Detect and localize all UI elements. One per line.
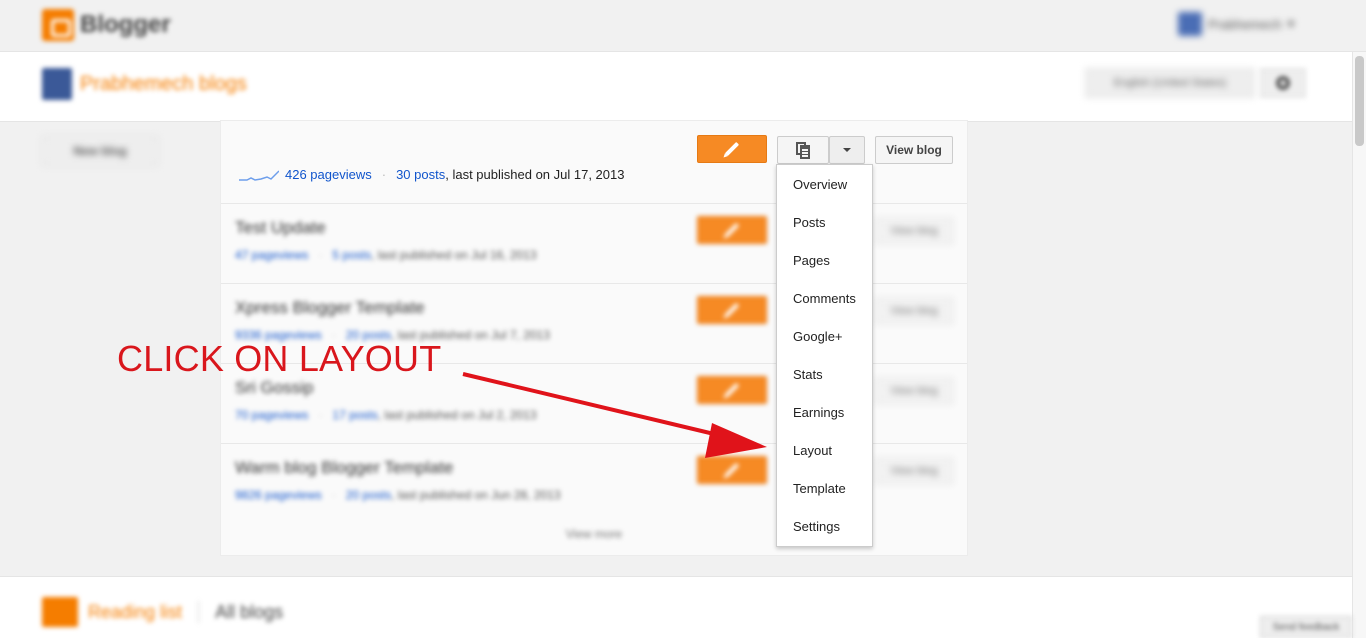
reading-list-filter[interactable]: All blogs — [215, 602, 283, 623]
blog-stats: 426 pageviews · 30 posts , last publishe… — [239, 167, 624, 182]
menu-item-layout[interactable]: Layout — [777, 432, 872, 470]
top-bar: Blogger Prabhemech ▾ — [0, 0, 1366, 52]
pageviews-sparkline — [239, 169, 279, 181]
new-post-button[interactable] — [697, 296, 767, 324]
posts-link[interactable]: 20 posts — [346, 488, 391, 502]
pageviews-link[interactable]: 426 pageviews — [285, 167, 372, 182]
pencil-icon — [724, 141, 740, 157]
reading-list-icon — [42, 597, 78, 627]
new-post-button[interactable] — [697, 216, 767, 244]
new-blog-button[interactable]: New blog — [42, 136, 158, 166]
separator: · — [318, 408, 323, 422]
profile-header: Prabhemech blogs English (United States) — [0, 52, 1366, 122]
menu-item-earnings[interactable]: Earnings — [777, 394, 872, 432]
annotation-text: CLICK ON LAYOUT — [117, 338, 442, 379]
pageviews-link[interactable]: 47 pageviews — [235, 248, 308, 262]
view-blog-button[interactable]: View blog — [875, 458, 953, 484]
blogger-logo[interactable]: Blogger — [42, 9, 171, 41]
menu-item-overview[interactable]: Overview — [777, 166, 872, 204]
document-copy-icon — [796, 141, 810, 159]
pencil-icon — [724, 382, 740, 398]
blog-title[interactable]: Sri Gossip — [235, 378, 313, 398]
chevron-down-icon: ▾ — [1287, 16, 1295, 31]
view-blog-button[interactable]: View blog — [875, 298, 953, 324]
profile-name: Prabhemech blogs — [80, 72, 247, 95]
menu-item-google-plus[interactable]: Google+ — [777, 318, 872, 356]
separator: · — [318, 248, 323, 262]
posts-link[interactable]: 5 posts — [332, 248, 371, 262]
pencil-icon — [724, 462, 740, 478]
view-blog-label: View blog — [886, 143, 942, 157]
divider — [198, 601, 200, 623]
reading-list-title: Reading list — [88, 601, 183, 622]
menu-item-template[interactable]: Template — [777, 470, 872, 508]
user-avatar — [1178, 12, 1202, 36]
view-blog-label: View blog — [890, 225, 938, 237]
language-select[interactable]: English (United States) — [1085, 68, 1255, 98]
separator: · — [331, 488, 336, 502]
view-blog-button[interactable]: View blog — [875, 378, 953, 404]
user-menu[interactable]: Prabhemech ▾ — [1178, 12, 1294, 36]
page-scrollbar[interactable] — [1352, 52, 1366, 638]
profile-avatar — [42, 68, 72, 100]
last-published: , last published on Jun 28, 2013 — [391, 488, 561, 502]
pageviews-link[interactable]: 70 pageviews — [235, 408, 308, 422]
menu-item-pages[interactable]: Pages — [777, 242, 872, 280]
blog-title[interactable]: Warm blog Blogger Template — [235, 458, 453, 478]
blog-stats: 47 pageviews · 5 posts , last published … — [235, 248, 537, 262]
new-post-button[interactable] — [697, 376, 767, 404]
pencil-icon — [724, 222, 740, 238]
caret-down-icon — [843, 148, 851, 152]
last-published: , last published on Jul 16, 2013 — [371, 248, 537, 262]
blog-title[interactable]: Xpress Blogger Template — [235, 298, 425, 318]
send-feedback-button[interactable]: Send feedback — [1260, 616, 1352, 638]
app-name: Blogger — [80, 11, 171, 38]
pencil-icon — [724, 302, 740, 318]
pageviews-link[interactable]: 9826 pageviews — [235, 488, 322, 502]
user-name: Prabhemech — [1208, 16, 1282, 32]
view-blog-label: View blog — [890, 305, 938, 317]
view-blog-button[interactable]: View blog — [875, 136, 953, 164]
posts-link[interactable]: 17 posts — [332, 408, 377, 422]
blog-stats: 9826 pageviews · 20 posts , last publish… — [235, 488, 561, 502]
blogger-icon — [42, 9, 74, 41]
blog-menu-dropdown-button[interactable] — [829, 136, 865, 164]
blog-title[interactable]: Test Update — [235, 218, 326, 238]
last-published: , last published on Jul 2, 2013 — [377, 408, 537, 422]
blog-dropdown-menu: Overview Posts Pages Comments Google+ St… — [776, 164, 873, 547]
view-blog-button[interactable]: View blog — [875, 218, 953, 244]
menu-item-posts[interactable]: Posts — [777, 204, 872, 242]
settings-button[interactable] — [1260, 68, 1306, 98]
menu-item-comments[interactable]: Comments — [777, 280, 872, 318]
separator: · — [381, 167, 387, 182]
feedback-label: Send feedback — [1272, 621, 1340, 633]
menu-item-stats[interactable]: Stats — [777, 356, 872, 394]
manage-posts-button[interactable] — [777, 136, 829, 164]
new-post-button[interactable] — [697, 456, 767, 484]
last-published: , last published on Jul 17, 2013 — [445, 167, 625, 182]
scrollbar-thumb[interactable] — [1355, 56, 1364, 146]
blog-stats: 70 pageviews · 17 posts , last published… — [235, 408, 537, 422]
language-value: English (United States) — [1113, 77, 1227, 89]
reading-list-header: Reading list All blogs — [42, 597, 283, 627]
new-blog-label: New blog — [73, 144, 127, 158]
posts-link[interactable]: 30 posts — [396, 167, 445, 182]
new-post-button[interactable] — [697, 135, 767, 163]
profile[interactable]: Prabhemech blogs — [42, 68, 247, 100]
view-blog-label: View blog — [890, 385, 938, 397]
gear-icon — [1276, 76, 1290, 90]
view-blog-label: View blog — [890, 465, 938, 477]
reading-list-bar: Reading list All blogs — [0, 576, 1352, 638]
menu-item-settings[interactable]: Settings — [777, 508, 872, 546]
